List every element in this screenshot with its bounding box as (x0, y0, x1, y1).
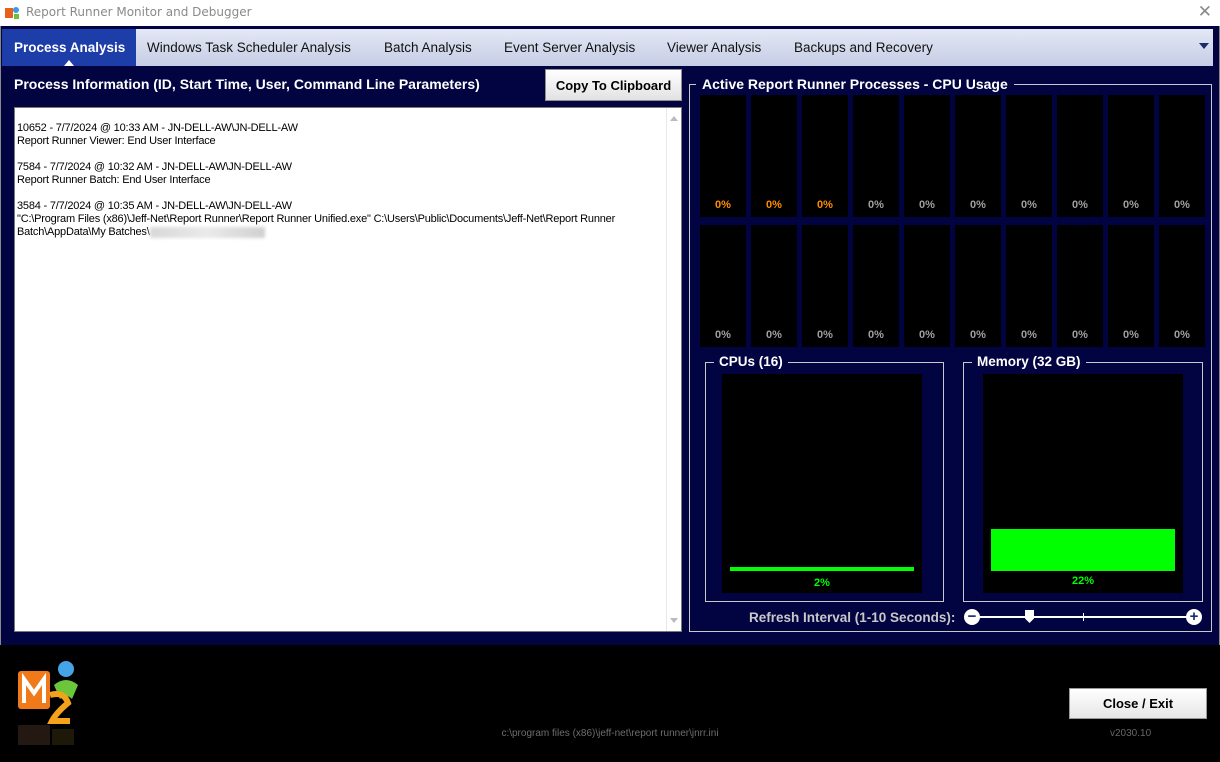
refresh-interval-slider[interactable]: − + (963, 608, 1203, 626)
process-cpu-cell: 0% (1159, 225, 1205, 347)
process-cpu-percent: 0% (1072, 329, 1088, 341)
process-cpu-cell: 0% (751, 225, 797, 347)
process-cpu-percent: 0% (1021, 199, 1037, 211)
process-cpu-cell: 0% (904, 225, 950, 347)
tab-windows-task-scheduler[interactable]: Windows Task Scheduler Analysis (147, 29, 351, 66)
process-entry: 3584 - 7/7/2024 @ 10:35 AM - JN-DELL-AW\… (17, 200, 657, 239)
scroll-down-icon[interactable] (670, 618, 678, 623)
process-cpu-percent: 0% (817, 199, 833, 211)
increase-icon[interactable]: + (1186, 609, 1202, 625)
tab-process-analysis[interactable]: Process Analysis (2, 29, 136, 66)
process-cpu-cell: 0% (1006, 225, 1052, 347)
app-icon (5, 7, 19, 19)
active-tab-indicator-icon (64, 60, 74, 66)
tab-overflow-dropdown-icon[interactable] (1199, 43, 1209, 49)
process-cpu-cell: 0% (802, 225, 848, 347)
process-header: 7584 - 7/7/2024 @ 10:32 AM - JN-DELL-AW\… (17, 161, 292, 173)
process-cpu-percent: 0% (1123, 329, 1139, 341)
process-cpu-cell: 0% (1108, 225, 1154, 347)
memory-percent: 22% (1071, 575, 1095, 587)
slider-thumb[interactable] (1025, 610, 1034, 623)
tab-label: Backups and Recovery (794, 40, 933, 55)
window-title: Report Runner Monitor and Debugger (26, 5, 252, 19)
process-cpu-percent: 0% (1021, 329, 1037, 341)
process-cpu-cell: 0% (853, 225, 899, 347)
cpu-percent: 2% (814, 577, 830, 589)
version-label: v2030.10 (1110, 728, 1152, 739)
tab-label: Windows Task Scheduler Analysis (147, 40, 351, 55)
decrease-icon[interactable]: − (964, 609, 980, 625)
process-cpu-percent: 0% (817, 329, 833, 341)
process-cpu-cell: 0% (853, 95, 899, 217)
close-icon[interactable]: ✕ (1198, 3, 1212, 21)
process-cpu-percent: 0% (970, 329, 986, 341)
process-cpu-percent: 0% (1123, 199, 1139, 211)
memory-meter-fill (991, 529, 1175, 571)
process-cpu-percent: 0% (1174, 199, 1190, 211)
process-cpu-cell: 0% (1057, 225, 1103, 347)
process-cpu-percent: 0% (766, 329, 782, 341)
process-info-textbox[interactable]: 10652 - 7/7/2024 @ 10:33 AM - JN-DELL-AW… (14, 107, 682, 632)
process-description: Report Runner Batch: End User Interface (17, 174, 211, 186)
cpu-process-grid-row-2: 0% 0% 0% 0% 0% 0% 0% 0% 0% 0% (700, 225, 1206, 347)
process-info-heading: Process Information (ID, Start Time, Use… (14, 76, 480, 92)
tab-label: Process Analysis (14, 40, 126, 55)
process-cpu-cell: 0% (1006, 95, 1052, 217)
process-cpu-percent: 0% (868, 199, 884, 211)
process-cpu-percent: 0% (868, 329, 884, 341)
process-cpu-cell: 0% (802, 95, 848, 217)
cpu-meter-fill (730, 567, 914, 571)
process-cpu-percent: 0% (919, 329, 935, 341)
process-cpu-percent: 0% (970, 199, 986, 211)
tab-label: Event Server Analysis (504, 40, 636, 55)
process-command-line: "C:\Program Files (x86)\Jeff-Net\Report … (17, 213, 657, 239)
process-cpu-percent: 0% (766, 199, 782, 211)
tab-backups-and-recovery[interactable]: Backups and Recovery (794, 29, 933, 66)
process-cpu-cell: 0% (1108, 95, 1154, 217)
cpus-label: CPUs (16) (714, 354, 788, 369)
tab-viewer-analysis[interactable]: Viewer Analysis (667, 29, 761, 66)
process-description: Report Runner Viewer: End User Interface (17, 135, 216, 147)
cpu-process-grid-row-1: 0% 0% 0% 0% 0% 0% 0% 0% 0% 0% (700, 95, 1206, 217)
process-cpu-cell: 0% (1057, 95, 1103, 217)
copy-to-clipboard-button[interactable]: Copy To Clipboard (545, 69, 682, 101)
scroll-up-icon[interactable] (670, 116, 678, 121)
ini-path: c:\program files (x86)\jeff-net\report r… (501, 728, 719, 739)
command-line-text: "C:\Program Files (x86)\Jeff-Net\Report … (17, 213, 616, 238)
title-bar: Report Runner Monitor and Debugger ✕ (0, 0, 1220, 26)
process-cpu-cell: 0% (700, 225, 746, 347)
close-exit-button[interactable]: Close / Exit (1069, 688, 1207, 719)
process-cpu-cell: 0% (904, 95, 950, 217)
process-cpu-cell: 0% (1159, 95, 1205, 217)
memory-meter: 22% (983, 374, 1183, 593)
process-cpu-cell: 0% (955, 225, 1001, 347)
process-cpu-cell: 0% (751, 95, 797, 217)
process-list: 10652 - 7/7/2024 @ 10:33 AM - JN-DELL-AW… (17, 122, 657, 252)
process-cpu-cell: 0% (700, 95, 746, 217)
vertical-scrollbar[interactable] (666, 108, 681, 631)
slider-tick (1083, 613, 1084, 621)
process-cpu-cell: 0% (955, 95, 1001, 217)
cpu-usage-title: Active Report Runner Processes - CPU Usa… (696, 76, 1014, 92)
redacted-text (149, 226, 265, 238)
process-cpu-percent: 0% (1174, 329, 1190, 341)
process-header: 3584 - 7/7/2024 @ 10:35 AM - JN-DELL-AW\… (17, 200, 292, 212)
process-cpu-percent: 0% (715, 329, 731, 341)
cpu-meter: 2% (722, 374, 922, 593)
process-header: 10652 - 7/7/2024 @ 10:33 AM - JN-DELL-AW… (17, 122, 298, 134)
process-cpu-percent: 0% (1072, 199, 1088, 211)
tab-bar: Process Analysis Windows Task Scheduler … (2, 29, 1213, 66)
process-entry: 7584 - 7/7/2024 @ 10:32 AM - JN-DELL-AW\… (17, 161, 657, 187)
process-entry: 10652 - 7/7/2024 @ 10:33 AM - JN-DELL-AW… (17, 122, 657, 148)
tab-label: Batch Analysis (384, 40, 472, 55)
refresh-interval-label: Refresh Interval (1-10 Seconds): (749, 610, 956, 625)
process-cpu-percent: 0% (715, 199, 731, 211)
tab-batch-analysis[interactable]: Batch Analysis (384, 29, 472, 66)
footer: c:\program files (x86)\jeff-net\report r… (0, 645, 1220, 762)
tab-event-server-analysis[interactable]: Event Server Analysis (504, 29, 635, 66)
memory-label: Memory (32 GB) (972, 354, 1086, 369)
process-cpu-percent: 0% (919, 199, 935, 211)
tab-label: Viewer Analysis (667, 40, 762, 55)
